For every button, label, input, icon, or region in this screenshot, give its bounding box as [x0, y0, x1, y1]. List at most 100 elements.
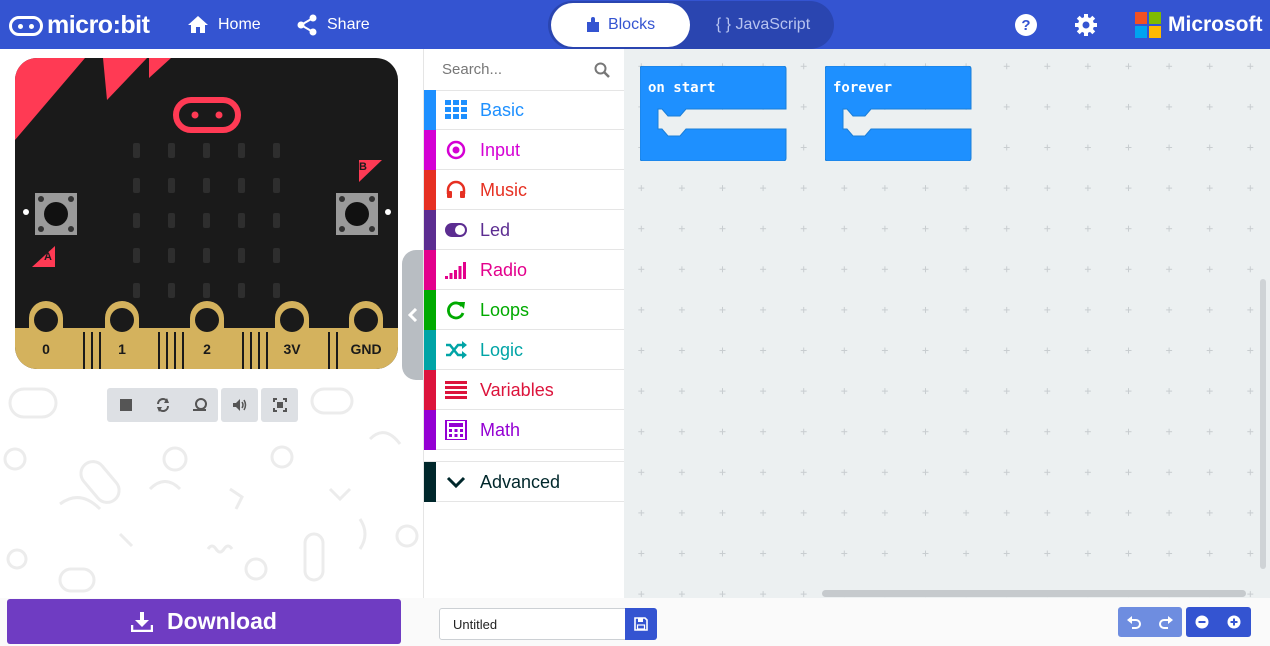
- stop-button[interactable]: [107, 388, 144, 422]
- category-led-label: Led: [480, 220, 511, 240]
- category-input-strip: [424, 130, 436, 170]
- category-math-label: Math: [480, 420, 521, 440]
- tab-javascript-label: { } JavaScript: [715, 16, 811, 33]
- microsoft-label: Microsoft: [1168, 13, 1263, 36]
- chevron-down-icon: [446, 476, 466, 489]
- category-logic-strip: [424, 330, 436, 370]
- button-a-label: A: [44, 251, 52, 263]
- undo-icon: [1127, 616, 1141, 629]
- download-label: Download: [167, 608, 277, 634]
- category-basic-label: Basic: [480, 100, 525, 120]
- puzzle-icon: [586, 17, 599, 32]
- gear-icon: [1075, 14, 1097, 36]
- tab-blocks[interactable]: Blocks: [551, 3, 690, 47]
- category-music[interactable]: Music: [424, 170, 624, 210]
- save-icon: [634, 617, 648, 631]
- home-icon: [188, 16, 208, 33]
- redo-button[interactable]: [1150, 607, 1182, 637]
- category-variables-strip: [424, 370, 436, 410]
- pin-2-label[interactable]: 2: [190, 341, 224, 357]
- category-math-strip: [424, 410, 436, 450]
- simulator-main-controls: [107, 388, 218, 422]
- save-button[interactable]: [625, 608, 657, 640]
- share-button[interactable]: Share: [296, 0, 370, 49]
- category-input[interactable]: Input: [424, 130, 624, 170]
- sound-button[interactable]: [221, 388, 258, 422]
- category-led-strip: [424, 210, 436, 250]
- category-variables-label: Variables: [480, 380, 554, 400]
- shuffle-icon: [446, 341, 467, 359]
- redo-icon: [1159, 616, 1173, 629]
- category-music-strip: [424, 170, 436, 210]
- category-led[interactable]: Led: [424, 210, 624, 250]
- fullscreen-icon: [272, 398, 287, 412]
- simulator-controls: [107, 388, 301, 422]
- slow-motion-button[interactable]: [181, 388, 218, 422]
- restart-icon: [156, 398, 169, 412]
- pin-1-label[interactable]: 1: [105, 341, 139, 357]
- sound-icon: [232, 399, 246, 411]
- simulator-fullscreen-group: [261, 388, 298, 422]
- restart-button[interactable]: [144, 388, 181, 422]
- undo-redo-group: [1118, 607, 1182, 637]
- settings-button[interactable]: [1073, 12, 1099, 38]
- headphones-icon: [446, 180, 466, 198]
- microbit-board-graphic: [15, 58, 398, 369]
- category-radio[interactable]: Radio: [424, 250, 624, 290]
- bottom-bar: Download: [0, 598, 1270, 646]
- category-radio-strip: [424, 250, 436, 290]
- category-logic-label: Logic: [480, 340, 524, 360]
- undo-button[interactable]: [1118, 607, 1150, 637]
- search-input[interactable]: [440, 60, 594, 79]
- help-icon: ?: [1015, 14, 1037, 36]
- workspace-vertical-scrollbar[interactable]: [1260, 279, 1266, 569]
- svg-text:?: ?: [1021, 17, 1030, 34]
- pin-3v-label[interactable]: 3V: [275, 341, 309, 357]
- zoom-group: [1186, 607, 1251, 637]
- category-basic[interactable]: Basic: [424, 90, 624, 130]
- category-loops[interactable]: Loops: [424, 290, 624, 330]
- forever-block[interactable]: forever: [824, 65, 972, 162]
- microbit-board[interactable]: A B 0 1 2 3V GND: [15, 58, 398, 369]
- logo-text: micro:bit: [47, 11, 150, 39]
- home-button[interactable]: Home: [187, 0, 261, 49]
- target-icon: [446, 140, 466, 160]
- microbit-logo-icon: [9, 15, 43, 36]
- category-variables[interactable]: Variables: [424, 370, 624, 410]
- pin-gnd-label[interactable]: GND: [344, 341, 388, 357]
- home-label: Home: [218, 15, 261, 33]
- collapse-simulator-button[interactable]: [402, 250, 423, 380]
- category-radio-label: Radio: [480, 260, 528, 280]
- pin-0-label[interactable]: 0: [29, 341, 63, 357]
- toolbox: Basic Input Music Led Ra: [423, 49, 624, 598]
- help-button[interactable]: ?: [1013, 12, 1039, 38]
- microsoft-logo[interactable]: Microsoft: [1135, 12, 1263, 38]
- zoom-out-button[interactable]: [1186, 607, 1218, 637]
- category-basic-strip: [424, 90, 436, 130]
- forever-block-label: forever: [833, 80, 893, 96]
- share-label: Share: [327, 15, 370, 33]
- fullscreen-button[interactable]: [261, 388, 298, 422]
- category-logic[interactable]: Logic: [424, 330, 624, 370]
- toggle-icon: [445, 223, 467, 237]
- download-button[interactable]: Download: [7, 599, 401, 644]
- category-music-label: Music: [480, 180, 528, 200]
- tab-javascript[interactable]: { } JavaScript: [698, 3, 828, 47]
- signal-bars-icon: [445, 262, 466, 279]
- project-name-input[interactable]: [439, 608, 626, 640]
- workspace-horizontal-scrollbar[interactable]: [822, 590, 1246, 597]
- category-input-label: Input: [480, 140, 521, 160]
- search-icon[interactable]: [594, 62, 610, 78]
- tab-blocks-label: Blocks: [607, 16, 656, 33]
- chevron-left-icon: [408, 308, 418, 322]
- grid-icon: [445, 100, 467, 119]
- toolbox-search: [424, 49, 624, 91]
- on-start-block[interactable]: on start: [639, 65, 787, 162]
- zoom-in-button[interactable]: [1218, 607, 1250, 637]
- category-math[interactable]: Math: [424, 410, 624, 450]
- category-advanced-strip: [424, 462, 436, 502]
- stop-icon: [119, 399, 132, 411]
- category-advanced[interactable]: Advanced: [424, 461, 624, 502]
- blocks-workspace[interactable]: on start forever: [624, 49, 1270, 598]
- microbit-logo[interactable]: micro:bit: [9, 11, 150, 40]
